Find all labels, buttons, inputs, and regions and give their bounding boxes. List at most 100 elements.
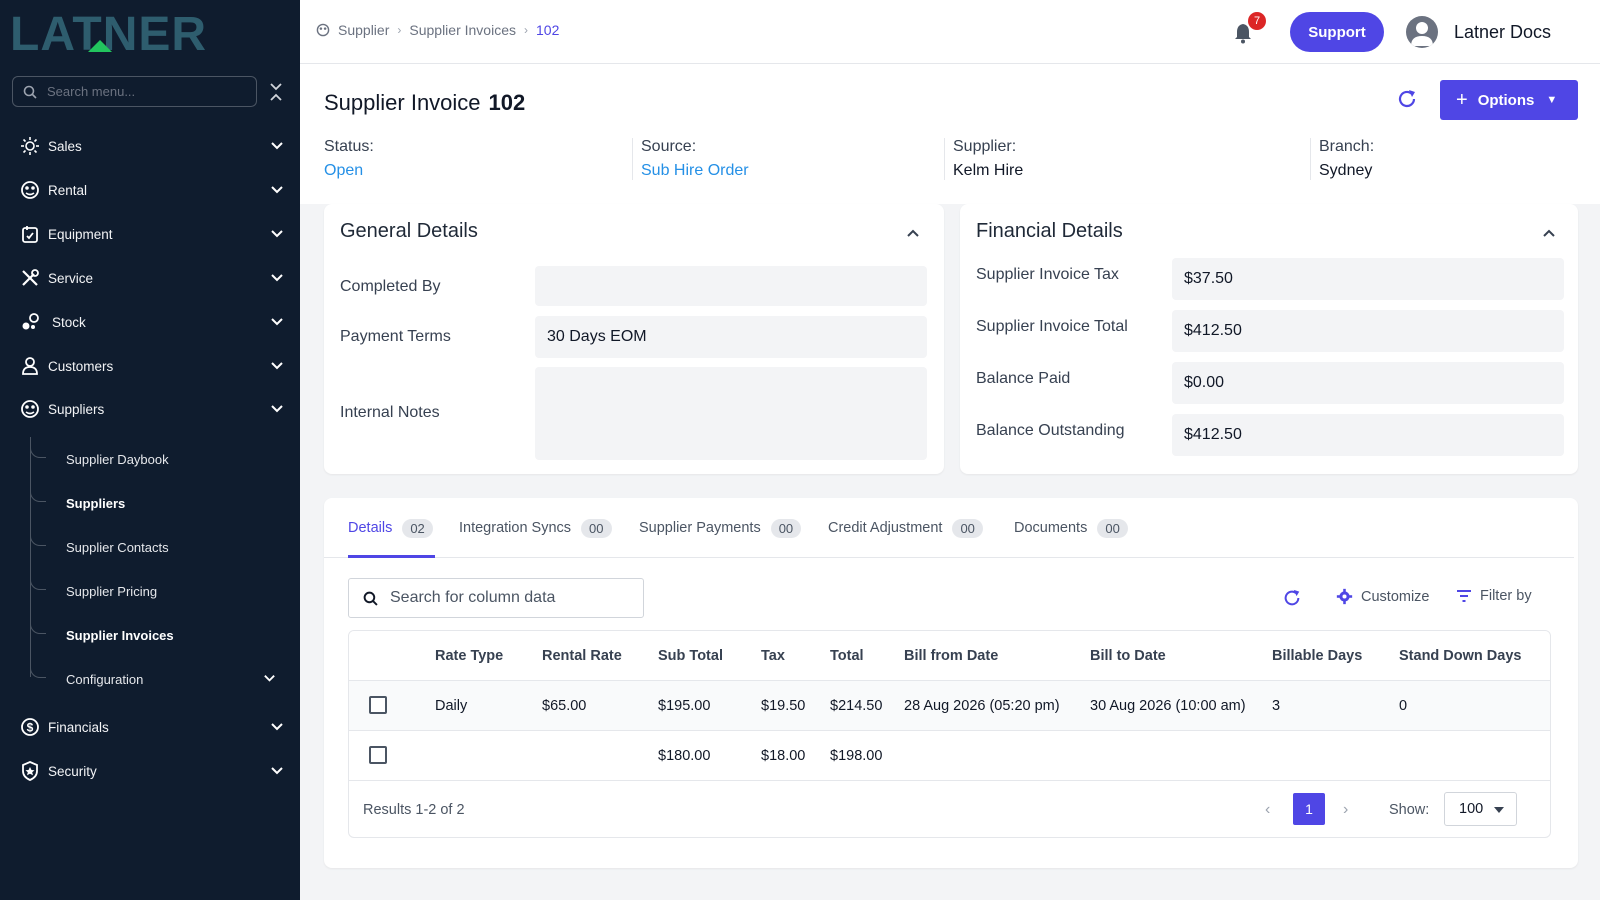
table-search-input[interactable]: Search for column data [348, 578, 644, 618]
tab-label: Documents [1014, 520, 1088, 536]
sidebar-item-label: Suppliers [48, 401, 105, 417]
breadcrumb-supplier-invoices[interactable]: Supplier Invoices [409, 22, 516, 38]
sidebar-item-stock[interactable]: Stock [0, 304, 300, 340]
cell-tax: $19.50 [761, 698, 806, 714]
column-header-tax[interactable]: Tax [761, 648, 785, 664]
customize-label: Customize [1361, 588, 1430, 605]
breadcrumb-separator: › [397, 23, 402, 37]
payment-terms-label: Payment Terms [340, 328, 451, 345]
sidebar-search-placeholder: Search menu... [47, 84, 136, 99]
notification-badge: 7 [1248, 12, 1266, 30]
status-key: Status: [324, 138, 374, 155]
sidebar-item-security[interactable]: Security [0, 753, 300, 789]
payment-terms-field[interactable]: 30 Days EOM [535, 316, 927, 358]
sidebar-item-financials[interactable]: $ Financials [0, 709, 300, 745]
sidebar-item-suppliers[interactable]: Suppliers [0, 391, 300, 427]
sidebar-subitem-label: Suppliers [66, 495, 126, 511]
chevron-down-icon [271, 767, 283, 775]
column-header-rental-rate[interactable]: Rental Rate [542, 648, 622, 664]
details-card: Details 02 Integration Syncs 00 Supplier P… [324, 498, 1578, 868]
internal-notes-label: Internal Notes [340, 404, 440, 421]
column-header-bill-to-date[interactable]: Bill to Date [1090, 648, 1166, 664]
page-size-value: 100 [1459, 801, 1484, 817]
options-button[interactable]: + Options ▼ [1440, 80, 1578, 120]
avatar[interactable] [1406, 16, 1438, 48]
tab-credit-adjustment[interactable]: Credit Adjustment 00 [828, 518, 983, 538]
refresh-icon[interactable] [1396, 88, 1418, 110]
sidebar-item-rental[interactable]: Rental [0, 172, 300, 208]
chevron-down-icon [271, 274, 283, 282]
chevron-left-icon[interactable]: ‹ [1265, 801, 1270, 819]
column-header-rate-type[interactable]: Rate Type [435, 648, 503, 664]
completed-by-field[interactable] [535, 266, 927, 306]
cell-rate-type: Daily [435, 698, 468, 714]
completed-by-label: Completed By [340, 278, 441, 295]
sidebar-subitem-supplier-contacts[interactable]: Supplier Contacts [0, 532, 300, 562]
support-button[interactable]: Support [1290, 12, 1384, 52]
refresh-icon[interactable] [1282, 588, 1302, 608]
cell-rental-rate: $65.00 [542, 698, 587, 714]
show-label: Show: [1389, 802, 1430, 818]
cell-bill-to-date: 30 Aug 2026 (10:00 am) [1090, 698, 1246, 714]
invoice-tax-label: Supplier Invoice Tax [976, 266, 1119, 283]
svg-text:$: $ [27, 721, 34, 735]
chevron-up-icon[interactable] [1542, 226, 1556, 240]
chevron-right-icon[interactable]: › [1343, 801, 1348, 819]
breadcrumb-supplier[interactable]: Supplier [338, 22, 389, 38]
sidebar-subitem-label: Supplier Invoices [66, 627, 174, 643]
source-link[interactable]: Sub Hire Order [641, 162, 749, 180]
caret-down-icon [1494, 807, 1504, 813]
balance-paid-label: Balance Paid [976, 370, 1071, 387]
sidebar-item-label: Rental [48, 182, 88, 198]
column-header-billable-days[interactable]: Billable Days [1272, 648, 1362, 664]
topbar: Supplier › Supplier Invoices › 102 7 Sup… [300, 0, 1600, 64]
tab-count: 00 [1097, 518, 1128, 538]
supplier-value: Kelm Hire [953, 162, 1024, 179]
page-size-select[interactable]: 100 [1444, 792, 1517, 826]
sidebar-subitem-supplier-invoices[interactable]: Supplier Invoices [0, 620, 300, 650]
sidebar-subitem-label: Supplier Daybook [66, 451, 169, 467]
chevron-down-icon [271, 230, 283, 238]
sidebar-subitem-supplier-daybook[interactable]: Supplier Daybook [0, 444, 300, 474]
sidebar-item-equipment[interactable]: Equipment [0, 216, 300, 252]
sidebar-subitem-supplier-pricing[interactable]: Supplier Pricing [0, 576, 300, 606]
column-header-sub-total[interactable]: Sub Total [658, 648, 723, 664]
collapse-sidebar-icon[interactable] [268, 82, 284, 102]
column-header-bill-from-date[interactable]: Bill from Date [904, 648, 998, 664]
user-name[interactable]: Latner Docs [1454, 22, 1551, 43]
invoice-total-field: $412.50 [1172, 310, 1564, 352]
sidebar-subitem-configuration[interactable]: Configuration [0, 664, 300, 694]
sidebar-item-sales[interactable]: Sales [0, 128, 300, 164]
tab-documents[interactable]: Documents 00 [1014, 518, 1128, 538]
table-header: Rate Type Rental Rate Sub Total Tax Tota… [349, 631, 1550, 680]
chevron-down-icon [271, 186, 283, 194]
sidebar-item-customers[interactable]: Customers [0, 348, 300, 384]
invoice-number: 102 [488, 90, 526, 115]
branch-key: Branch: [1319, 138, 1375, 155]
tabs-bar: Details 02 Integration Syncs 00 Supplier P… [324, 498, 1574, 558]
search-icon [23, 85, 37, 99]
sidebar-subitem-suppliers[interactable]: Suppliers [0, 488, 300, 518]
page-button-current[interactable]: 1 [1293, 793, 1325, 825]
invoice-header: Supplier Invoice 102 + Options ▼ Status: Ope… [300, 64, 1600, 204]
column-header-stand-down-days[interactable]: Stand Down Days [1399, 648, 1521, 664]
table-footer: Results 1-2 of 2 ‹ 1 › Show: 100 [349, 780, 1550, 837]
supplier-field: Supplier: Kelm Hire [944, 138, 1023, 180]
latner-logo[interactable]: LATNER [10, 10, 282, 56]
financial-details-card: Financial Details Supplier Invoice Tax $… [960, 204, 1578, 474]
chevron-up-icon[interactable] [906, 226, 920, 240]
column-header-total[interactable]: Total [830, 648, 864, 664]
sidebar-item-service[interactable]: Service [0, 260, 300, 296]
row-checkbox[interactable] [369, 696, 387, 714]
tab-supplier-payments[interactable]: Supplier Payments 00 [639, 518, 802, 538]
internal-notes-field[interactable] [535, 367, 927, 460]
filter-by-button[interactable]: Filter by [1456, 588, 1532, 604]
sidebar-search-input[interactable]: Search menu... [12, 76, 257, 107]
tab-integration-syncs[interactable]: Integration Syncs 00 [459, 518, 612, 538]
table-row: $180.00 $18.00 $198.00 [349, 730, 1550, 780]
customize-button[interactable]: Customize [1336, 588, 1430, 605]
row-checkbox[interactable] [369, 746, 387, 764]
status-field: Status: Open [324, 138, 374, 180]
cell-stand-down-days: 0 [1399, 698, 1408, 714]
tab-details[interactable]: Details 02 [348, 518, 433, 538]
